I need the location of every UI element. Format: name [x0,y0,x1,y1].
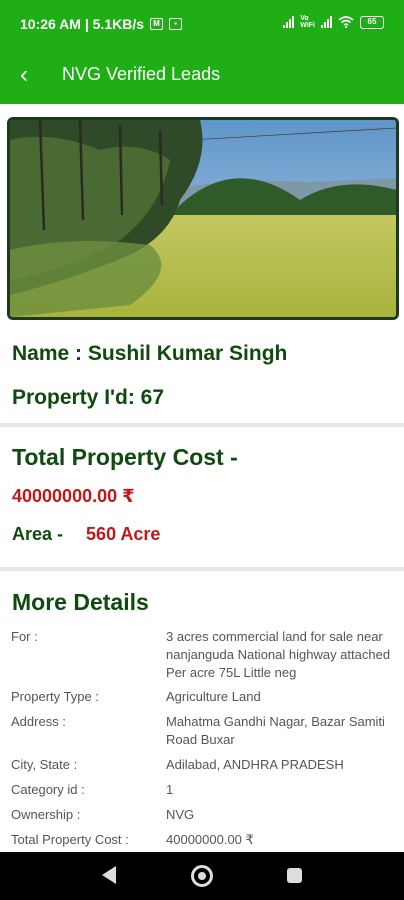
section-divider [0,423,404,427]
status-left: 10:26 AM | 5.1KB/s M ▪ [20,16,183,32]
area-label: Area - [12,524,64,544]
detail-label: Property Type : [11,689,99,704]
battery-icon: 65 [360,15,384,29]
nav-home-icon[interactable] [191,865,213,887]
signal-icon [283,16,295,28]
back-arrow-icon[interactable]: ‹ [20,62,28,88]
detail-label: Ownership : [11,807,81,822]
signal-icon-2 [321,16,332,28]
detail-value: 40000000.00 ₹ [166,832,254,847]
detail-label: Category id : [11,782,85,797]
notification-icon: ▪ [169,18,183,30]
detail-value: 1 [166,782,174,797]
detail-value: Adilabad, ANDHRA PRADESH [166,757,344,772]
detail-value: Mahatma Gandhi Nagar, Bazar Samiti Road … [166,714,385,747]
status-right: Vo WiFi 65 [283,15,384,29]
detail-label: City, State : [11,757,78,772]
more-details-title: More Details [12,589,149,615]
app-bar: ‹ NVG Verified Leads [0,50,404,104]
system-nav-bar [0,852,404,900]
wifi-icon [338,16,354,28]
detail-label: Total Property Cost : [11,832,129,847]
property-image [7,117,399,320]
section-divider [0,567,404,571]
status-bar: 10:26 AM | 5.1KB/s M ▪ Vo WiFi 65 [0,0,404,50]
cost-value: 40000000.00 ₹ [12,486,135,506]
nav-back-icon[interactable] [102,866,116,884]
nav-recents-icon[interactable] [287,868,302,883]
status-time: 10:26 AM | 5.1KB/s [20,16,145,32]
detail-value: 3 acres commercial land for sale near na… [166,629,391,680]
landscape-photo [10,120,396,317]
owner-name: Name : Sushil Kumar Singh [12,342,288,365]
detail-label: For : [11,629,38,644]
detail-label: Address : [11,714,66,729]
vowifi-icon: Vo WiFi [300,15,315,29]
cost-title: Total Property Cost - [12,444,238,470]
area-row: Area - 560 Acre [12,524,160,545]
page-title: NVG Verified Leads [62,64,221,84]
gmail-icon: M [150,18,164,30]
detail-value: NVG [166,807,195,822]
property-id: Property I'd: 67 [12,386,165,409]
detail-value: Agriculture Land [166,689,261,704]
area-value: 560 Acre [86,524,161,544]
